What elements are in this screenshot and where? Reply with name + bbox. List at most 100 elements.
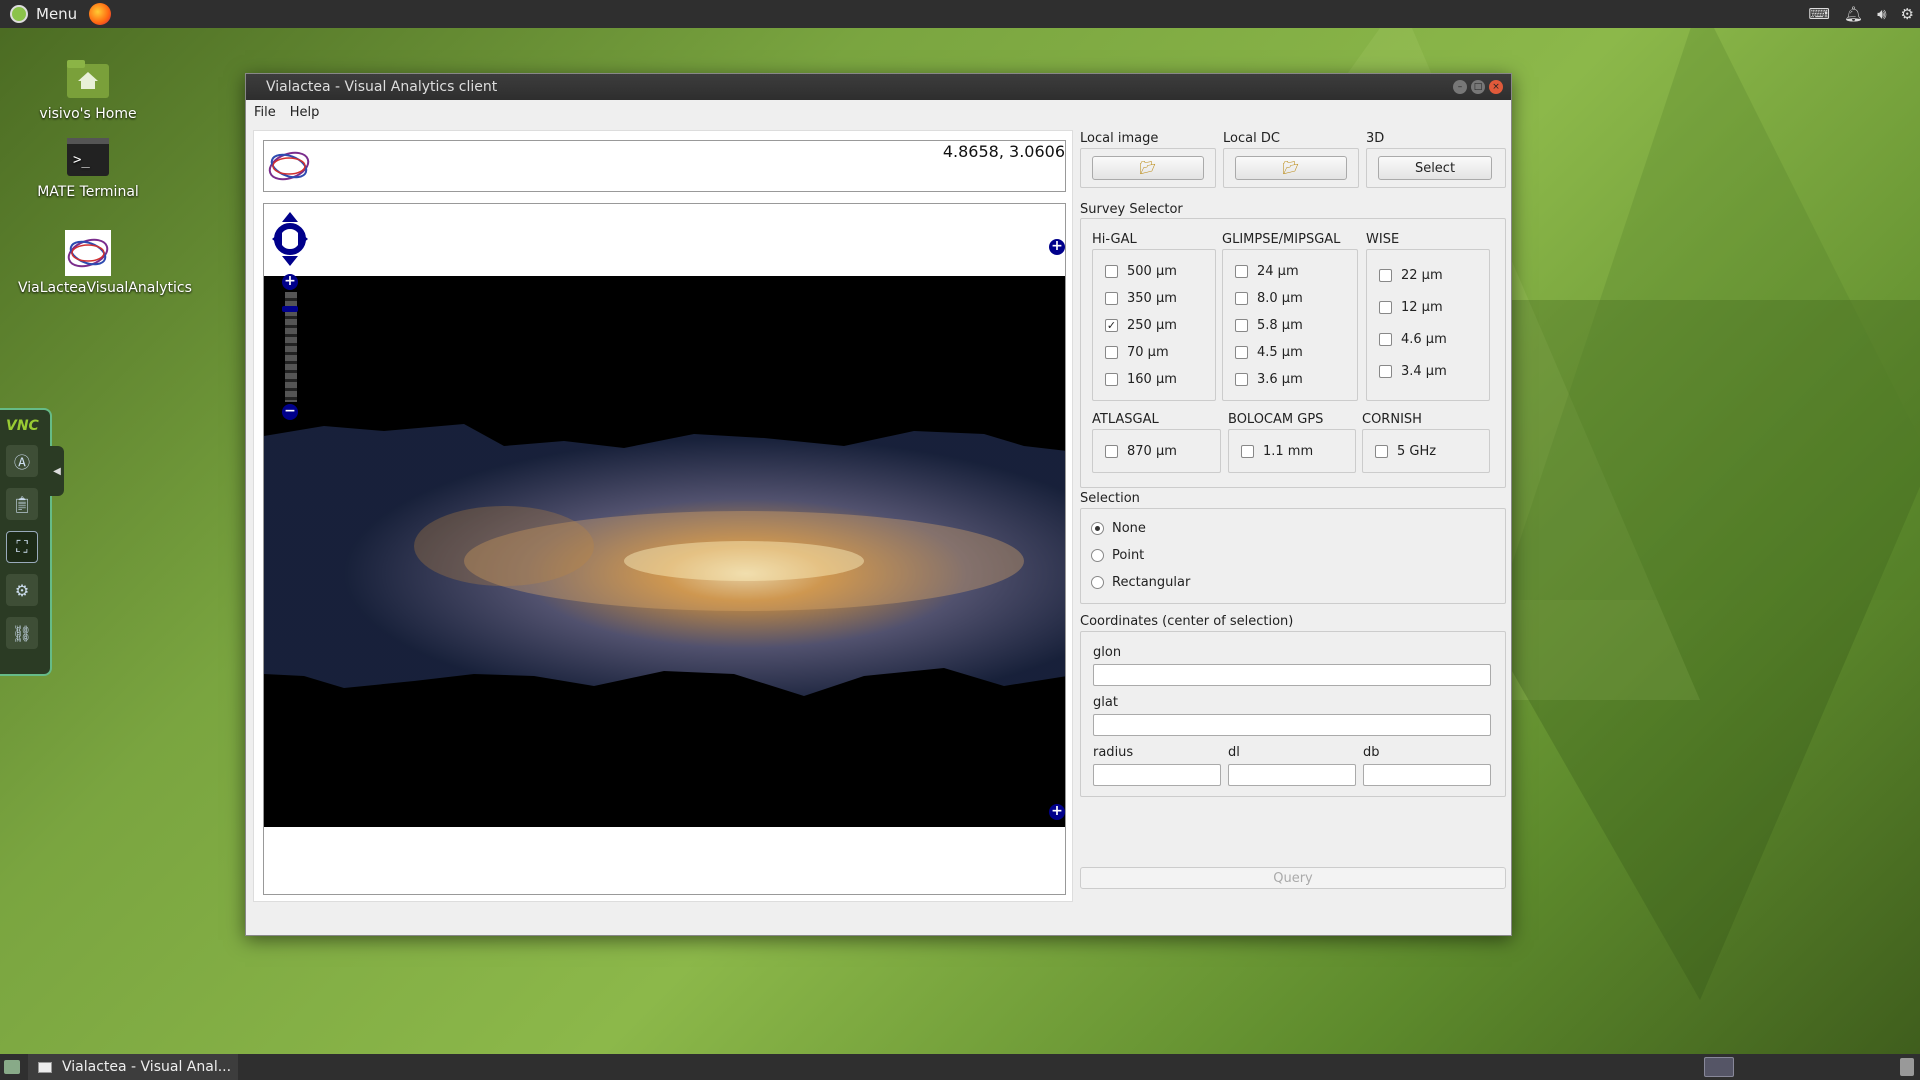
sky-map[interactable]: + − + + <box>263 203 1066 895</box>
radio-selection-rectangular[interactable]: Rectangular <box>1091 575 1190 590</box>
checkbox-higal-3[interactable]: 70 µm <box>1105 345 1169 360</box>
checkbox-wise-3[interactable]: 3.4 µm <box>1379 364 1447 379</box>
higal-title: Hi-GAL <box>1092 232 1137 247</box>
settings-gear-icon[interactable]: ⚙ <box>1901 5 1914 23</box>
disconnect-icon[interactable]: ⛓ <box>6 617 38 649</box>
overview-map-icon[interactable]: + <box>1049 804 1065 820</box>
checkbox-glimpse-1[interactable]: 8.0 µm <box>1235 291 1303 306</box>
zoom-slider-handle[interactable] <box>282 306 298 312</box>
checkbox-box <box>1379 269 1392 282</box>
bottom-taskbar: Vialactea - Visual Anal... <box>0 1054 1920 1080</box>
checkbox-wise-1[interactable]: 12 µm <box>1379 300 1443 315</box>
checkbox-bolocam-1mm[interactable]: 1.1 mm <box>1241 444 1313 459</box>
map-pane: 4.8658, 3.0606 + − + + <box>253 130 1073 902</box>
checkbox-label: 5.8 µm <box>1257 318 1303 333</box>
notification-bell-icon[interactable]: 🔔︎ <box>1844 5 1863 23</box>
trash-icon[interactable] <box>1900 1058 1914 1076</box>
desktop-icon-home[interactable]: visivo's Home <box>18 56 158 122</box>
keyboard-icon[interactable]: ⌨ <box>1808 5 1830 23</box>
mint-logo-icon <box>10 5 28 23</box>
local-dc-group: 📂︎ <box>1223 148 1359 188</box>
keyboard-shortcut-icon[interactable]: Ⓐ <box>6 445 38 477</box>
checkbox-box <box>1105 373 1118 386</box>
checkbox-box <box>1235 265 1248 278</box>
menu-bar: File Help <box>246 100 1511 124</box>
dl-input[interactable] <box>1228 764 1356 786</box>
query-button[interactable]: Query <box>1080 867 1506 889</box>
checkbox-glimpse-3[interactable]: 4.5 µm <box>1235 345 1303 360</box>
radio-selection-none[interactable]: None <box>1091 521 1146 536</box>
checkbox-glimpse-0[interactable]: 24 µm <box>1235 264 1299 279</box>
taskbar-item-vialactea[interactable]: Vialactea - Visual Anal... <box>28 1054 238 1080</box>
clipboard-icon[interactable]: 📋︎ <box>6 488 38 520</box>
selection-group: None Point Rectangular <box>1080 508 1506 604</box>
menu-help[interactable]: Help <box>290 105 320 120</box>
radio-dot <box>1091 522 1104 535</box>
coordinates-group: glon glat radius dl db <box>1080 631 1506 797</box>
checkbox-box <box>1235 373 1248 386</box>
close-icon[interactable]: × <box>1489 80 1503 94</box>
checkbox-label: 4.6 µm <box>1401 332 1447 347</box>
checkbox-box <box>1105 292 1118 305</box>
desktop-icon-label: visivo's Home <box>39 106 137 122</box>
wise-title: WISE <box>1366 232 1400 247</box>
vnc-toolbar: VNC Ⓐ 📋︎ ⛶ ⚙ ⛓ ◀ <box>0 408 64 676</box>
radio-label: Point <box>1112 548 1145 563</box>
local-dc-label: Local DC <box>1223 131 1280 146</box>
fullscreen-icon[interactable]: ⛶ <box>6 531 38 563</box>
settings-icon[interactable]: ⚙ <box>6 574 38 606</box>
desktop-icon-vialactea[interactable]: ViaLacteaVisualAnalytics <box>18 230 192 296</box>
coordinates-label: Coordinates (center of selection) <box>1080 614 1294 629</box>
system-tray: ⌨ 🔔︎ 🔊︎ ⚙ <box>1808 0 1914 28</box>
glimpse-title: GLIMPSE/MIPSGAL <box>1222 232 1341 247</box>
checkbox-higal-0[interactable]: 500 µm <box>1105 264 1177 279</box>
folder-open-icon: 📂︎ <box>1139 160 1157 176</box>
glimpse-group: 24 µm 8.0 µm 5.8 µm 4.5 µm 3.6 µm <box>1222 249 1358 401</box>
radio-selection-point[interactable]: Point <box>1091 548 1144 563</box>
checkbox-glimpse-4[interactable]: 3.6 µm <box>1235 372 1303 387</box>
higal-group: 500 µm 350 µm ✓ 250 µm 70 µm 160 µm <box>1092 249 1216 401</box>
selection-label: Selection <box>1080 491 1140 506</box>
pan-control-icon[interactable] <box>272 212 308 270</box>
window-title: Vialactea - Visual Analytics client <box>266 79 498 95</box>
checkbox-label: 3.4 µm <box>1401 364 1447 379</box>
checkbox-wise-0[interactable]: 22 µm <box>1379 268 1443 283</box>
desktop-icon-terminal[interactable]: >_ MATE Terminal <box>18 134 158 200</box>
minimize-icon[interactable]: – <box>1453 80 1467 94</box>
checkbox-box <box>1235 319 1248 332</box>
collapse-handle-icon[interactable]: ◀ <box>50 446 64 496</box>
menu-file[interactable]: File <box>254 105 276 120</box>
open-local-image-button[interactable]: 📂︎ <box>1092 156 1204 180</box>
window-titlebar[interactable]: Vialactea - Visual Analytics client – □ … <box>246 74 1511 100</box>
select-3d-button[interactable]: Select <box>1378 156 1492 180</box>
top-panel: Menu ⌨ 🔔︎ 🔊︎ ⚙ <box>0 0 1920 28</box>
radius-input[interactable] <box>1093 764 1221 786</box>
volume-icon[interactable]: 🔊︎ <box>1877 5 1886 23</box>
glat-input[interactable] <box>1093 714 1491 736</box>
maximize-icon[interactable]: □ <box>1471 80 1485 94</box>
checkbox-higal-4[interactable]: 160 µm <box>1105 372 1177 387</box>
menu-button[interactable]: Menu <box>0 0 121 28</box>
checkbox-glimpse-2[interactable]: 5.8 µm <box>1235 318 1303 333</box>
radio-label: Rectangular <box>1112 575 1191 590</box>
checkbox-label: 160 µm <box>1127 372 1177 387</box>
checkbox-wise-2[interactable]: 4.6 µm <box>1379 332 1447 347</box>
db-input[interactable] <box>1363 764 1491 786</box>
checkbox-higal-1[interactable]: 350 µm <box>1105 291 1177 306</box>
checkbox-cornish-5ghz[interactable]: 5 GHz <box>1375 444 1436 459</box>
open-local-dc-button[interactable]: 📂︎ <box>1235 156 1347 180</box>
firefox-icon[interactable] <box>89 3 112 25</box>
checkbox-label: 250 µm <box>1127 318 1177 333</box>
radio-dot <box>1091 576 1104 589</box>
zoom-out-icon[interactable]: − <box>282 404 298 420</box>
show-desktop-icon[interactable] <box>4 1060 20 1074</box>
zoom-in-icon[interactable]: + <box>282 274 298 290</box>
checkbox-label: 24 µm <box>1257 264 1299 279</box>
checkbox-label: 350 µm <box>1127 291 1177 306</box>
workspace-switcher[interactable] <box>1704 1057 1734 1077</box>
layer-switcher-icon[interactable]: + <box>1049 239 1065 255</box>
glon-input[interactable] <box>1093 664 1491 686</box>
checkbox-higal-2[interactable]: ✓ 250 µm <box>1105 318 1177 333</box>
checkbox-atlasgal-870[interactable]: 870 µm <box>1105 444 1177 459</box>
checkbox-label: 22 µm <box>1401 268 1443 283</box>
